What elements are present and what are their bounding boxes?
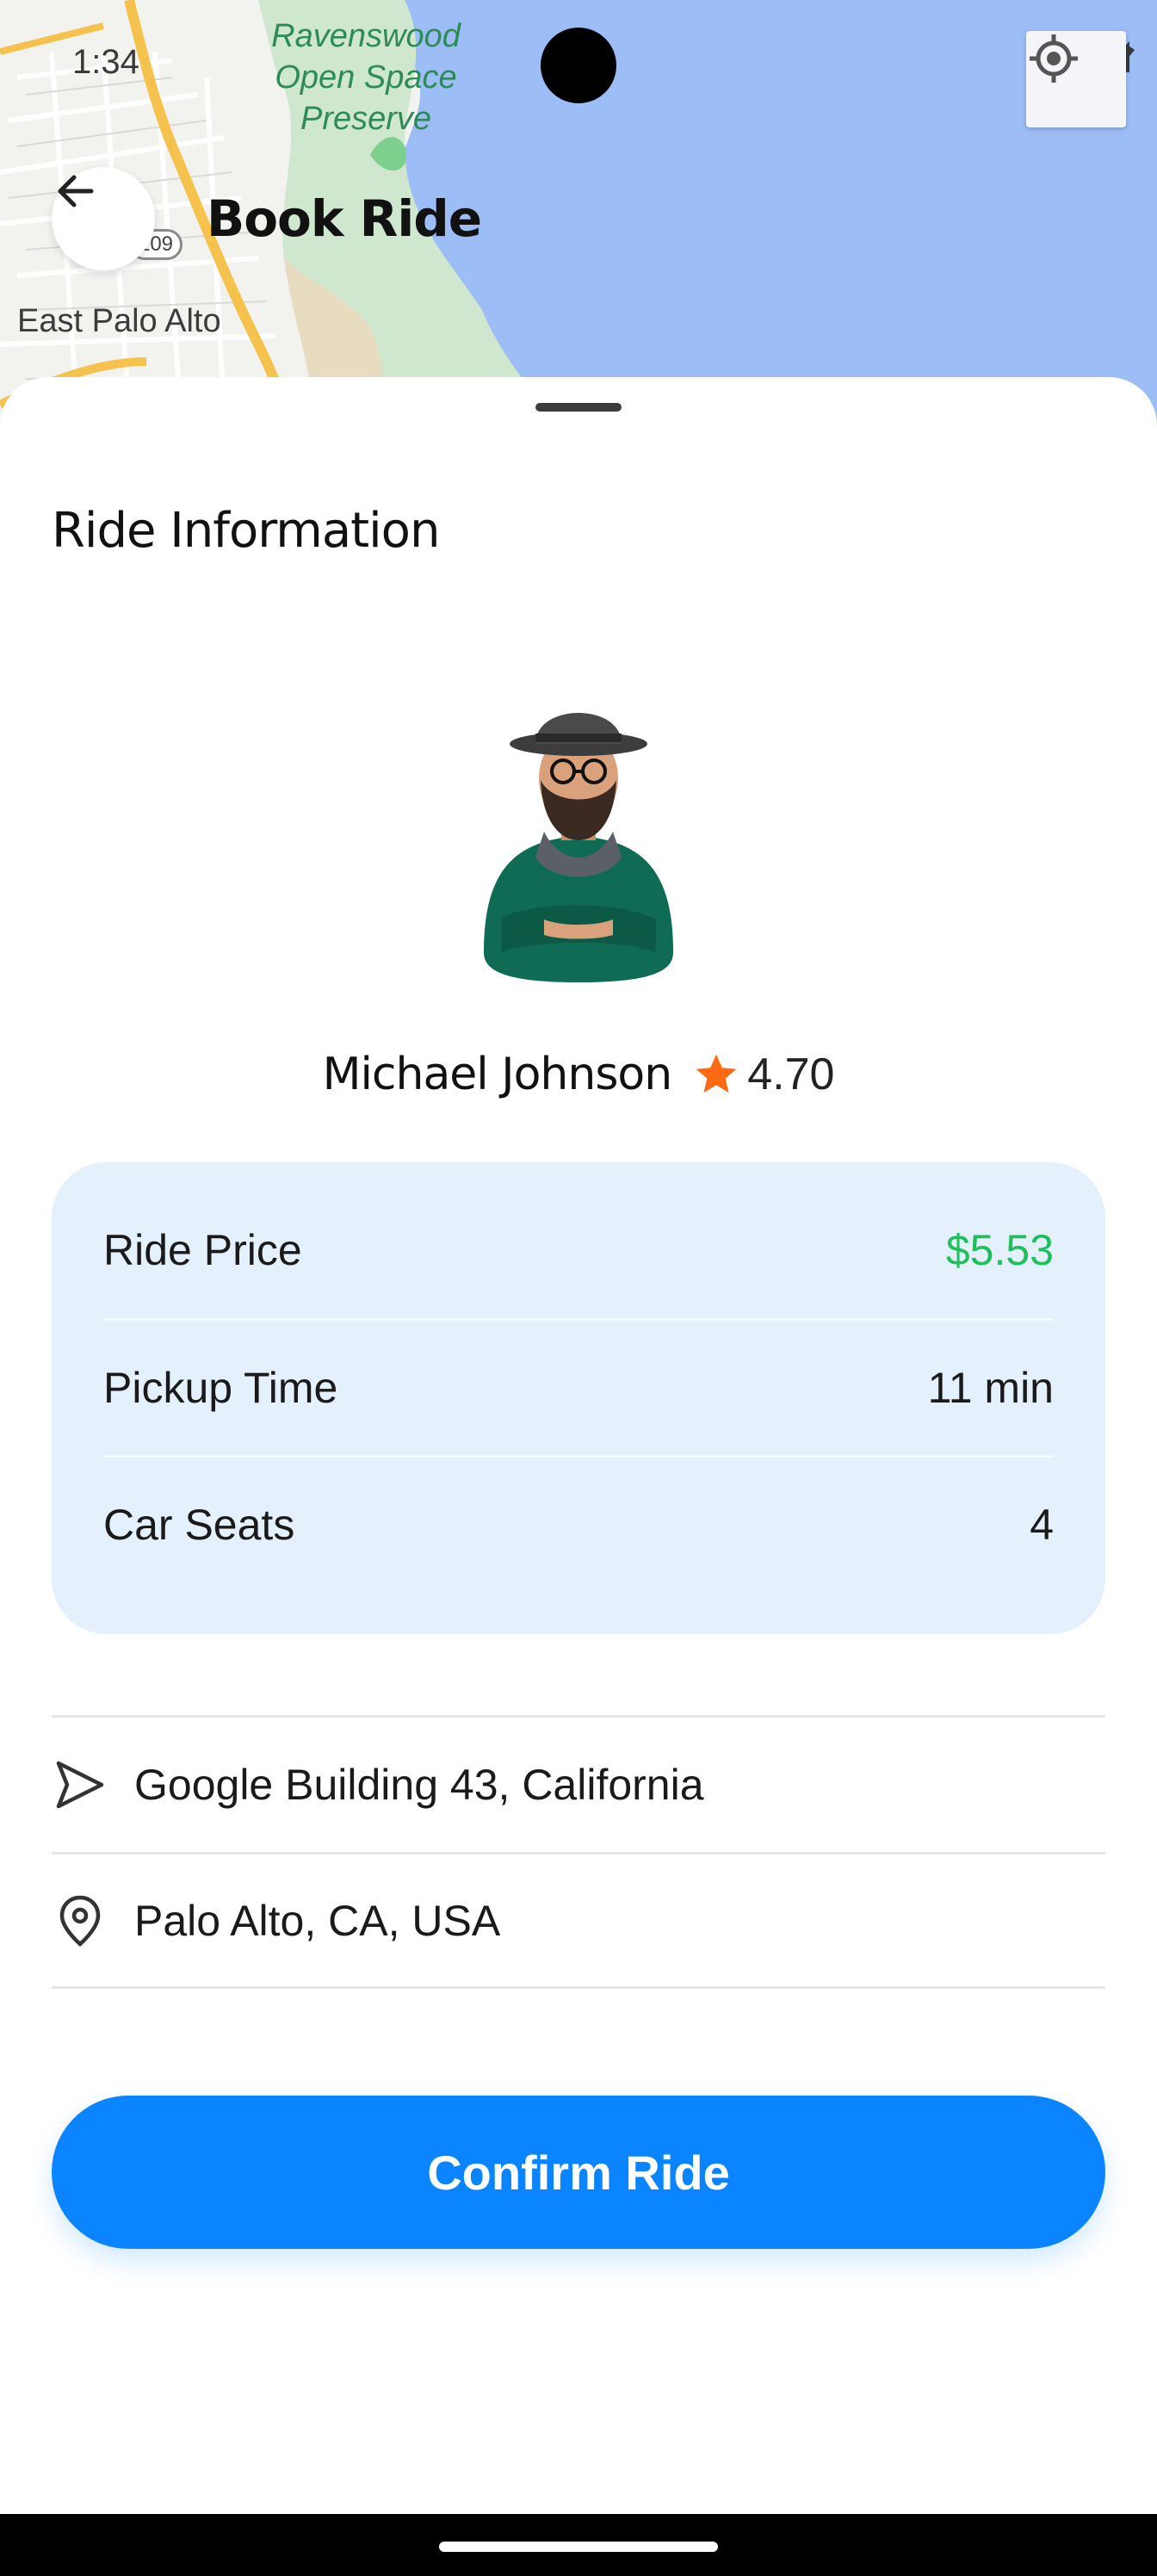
page-title: Book Ride	[207, 189, 482, 248]
driver-name: Michael Johnson	[322, 1049, 673, 1100]
dropoff-address[interactable]: Palo Alto, CA, USA	[52, 1852, 1105, 1989]
info-value: 11 min	[927, 1364, 1054, 1412]
back-button[interactable]	[52, 167, 155, 270]
info-value: 4	[1030, 1501, 1054, 1549]
camera-cutout	[541, 28, 616, 103]
pickup-address[interactable]: Google Building 43, California	[52, 1715, 1105, 1852]
arrow-left-icon	[58, 175, 94, 207]
info-row-car-seats: Car Seats 4	[103, 1455, 1054, 1592]
driver-rating: 4.70	[692, 1049, 834, 1100]
info-value: $5.53	[945, 1225, 1054, 1274]
info-label: Car Seats	[103, 1501, 295, 1549]
address-list: Google Building 43, California Palo Alto…	[52, 1715, 1105, 1989]
ride-details-card: Ride Price $5.53 Pickup Time 11 min Car …	[52, 1162, 1105, 1634]
star-icon	[696, 1054, 737, 1093]
crosshair-icon	[1030, 34, 1078, 83]
address-text: Palo Alto, CA, USA	[134, 1896, 501, 1945]
driver-avatar	[449, 694, 708, 987]
sheet-drag-handle[interactable]	[535, 403, 622, 412]
driver-photo	[484, 713, 673, 982]
address-text: Google Building 43, California	[134, 1761, 704, 1809]
rating-value: 4.70	[747, 1050, 835, 1099]
info-row-price: Ride Price $5.53	[103, 1181, 1054, 1318]
my-location-button[interactable]	[1026, 31, 1126, 127]
driver-info: Michael Johnson 4.70	[0, 1049, 1157, 1100]
ride-info-sheet: Ride Information Michael Johnson 4.70 Ri…	[0, 377, 1157, 2514]
location-pin-icon	[59, 1895, 101, 1947]
map-park-label: Ravenswood Open Space Preserve	[271, 18, 461, 137]
map-city-label: East Palo Alto	[17, 303, 221, 339]
info-label: Ride Price	[103, 1225, 302, 1274]
map-view[interactable]: Ravenswood Open Space Preserve 109 East …	[0, 0, 1157, 430]
home-indicator[interactable]	[439, 2542, 718, 2552]
info-label: Pickup Time	[103, 1364, 338, 1412]
info-row-pickup-time: Pickup Time 11 min	[103, 1318, 1054, 1455]
confirm-ride-button[interactable]: Confirm Ride	[52, 2096, 1105, 2249]
navigation-arrow-icon	[56, 1761, 104, 1809]
status-time: 1:34	[72, 43, 139, 81]
section-title: Ride Information	[52, 503, 440, 559]
